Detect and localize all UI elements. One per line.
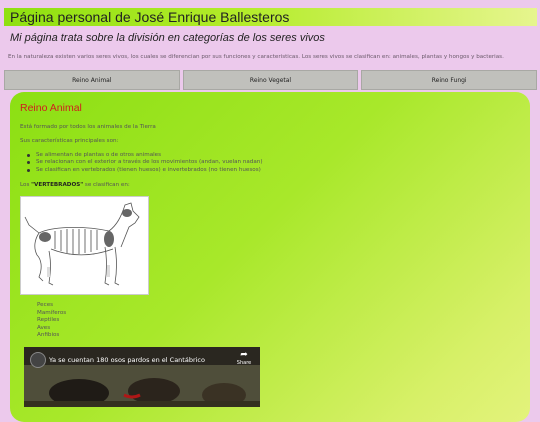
- list-item: Aves: [37, 324, 51, 331]
- vertebrate-classes-list: Peces Mamíferos Reptiles Aves Anfibios: [37, 302, 66, 340]
- tab-reino-fungi[interactable]: Reino Fungi: [361, 70, 538, 90]
- tab-reino-animal[interactable]: Reino Animal: [4, 70, 180, 90]
- tab-reino-vegetal[interactable]: Reino Vegetal: [182, 70, 359, 90]
- category-nav: Reino Animal Reino Vegetal Reino Fungi: [4, 70, 538, 90]
- bear-scene-graphic: [24, 365, 260, 407]
- list-item: Se clasifican en vertebrados (tienen hue…: [27, 167, 263, 174]
- list-item: Se relacionan con el exterior a través d…: [27, 159, 263, 166]
- video-title[interactable]: Ya se cuentan 180 osos pardos en el Cant…: [49, 356, 205, 364]
- page-subtitle: Mi página trata sobre la división en cat…: [10, 32, 325, 44]
- list-item: Anfibios: [37, 332, 60, 339]
- vertebrates-line: Los "VERTEBRADOS" se clasifican en:: [20, 182, 130, 188]
- section-title: Reino Animal: [20, 102, 82, 114]
- vertebrates-suffix: se clasifican en:: [83, 182, 130, 188]
- list-item: Reptiles: [37, 317, 60, 324]
- share-label: Share: [236, 360, 252, 366]
- list-item: Mamíferos: [37, 309, 67, 316]
- page-header: Página personal de José Enrique Balleste…: [4, 8, 537, 26]
- list-item: Peces: [37, 302, 54, 308]
- dog-skeleton-drawing: [24, 202, 140, 286]
- share-button[interactable]: ➦ Share: [236, 351, 252, 367]
- embedded-video[interactable]: Ya se cuentan 180 osos pardos en el Cant…: [24, 347, 260, 407]
- video-thumbnail: [24, 365, 260, 407]
- channel-avatar[interactable]: [30, 352, 46, 368]
- formed-by-text: Está formado por todos los animales de l…: [20, 124, 156, 130]
- dog-skeleton-image: [20, 196, 149, 295]
- vertebrates-prefix: Los: [20, 182, 32, 188]
- vertebrates-word: "VERTEBRADOS": [31, 182, 84, 188]
- characteristics-label: Sus características principales son:: [20, 138, 119, 144]
- share-icon: ➦: [240, 350, 248, 360]
- content-panel: Reino Animal Está formado por todos los …: [10, 92, 530, 422]
- intro-paragraph: En la naturaleza existen varios seres vi…: [8, 54, 504, 60]
- page-title: Página personal de José Enrique Balleste…: [10, 9, 290, 25]
- characteristics-list: Se alimentan de plantas o de otros anima…: [27, 152, 263, 174]
